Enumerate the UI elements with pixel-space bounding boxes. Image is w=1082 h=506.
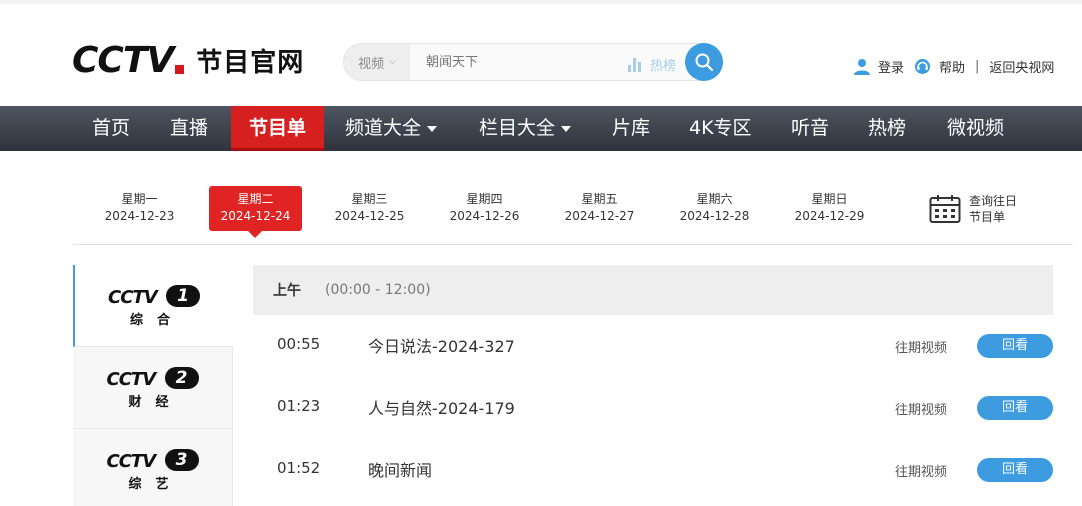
nav-item-micro-video[interactable]: 微视频 [947, 106, 1004, 151]
day-tab-sun[interactable]: 星期日 2024-12-29 [783, 186, 876, 231]
help-link[interactable]: 帮助 [939, 57, 965, 76]
user-icon [854, 58, 870, 75]
day-weekday: 星期一 [121, 192, 158, 206]
day-tab-tue[interactable]: 星期二 2024-12-24 [209, 186, 302, 231]
logo-text: CCTV [72, 39, 174, 81]
channel-name: 财经 [128, 394, 183, 410]
program-time: 00:55 [277, 335, 321, 353]
channel-name: 综艺 [128, 476, 183, 492]
search-category-label: 视频 [358, 56, 385, 72]
day-tab-fri[interactable]: 星期五 2024-12-27 [553, 186, 646, 231]
nav-item-live[interactable]: 直播 [170, 106, 208, 151]
nav-item-audio[interactable]: 听音 [791, 106, 829, 151]
channel-number: 2 [164, 366, 199, 389]
nav-item-channels[interactable]: 频道大全 [345, 106, 438, 151]
bar-chart-icon [628, 57, 643, 72]
channel-logo-text: CCTV [108, 286, 158, 308]
logo-subtitle: 节目官网 [196, 47, 305, 78]
channel-logo-text: CCTV [106, 450, 157, 472]
program-row: 01:23 人与自然-2024-179 往期视频 回看 [253, 377, 1053, 439]
period-range: (00:00 - 12:00) [325, 282, 431, 298]
day-weekday: 星期二 [237, 192, 274, 206]
day-weekday: 星期日 [811, 192, 848, 206]
program-row: 00:55 今日说法-2024-327 往期视频 回看 [253, 315, 1053, 377]
history-schedule-link[interactable]: 查询往日 节目单 [929, 193, 1017, 225]
day-weekday: 星期六 [696, 192, 733, 206]
caret-down-icon [427, 125, 438, 132]
nav-item-columns[interactable]: 栏目大全 [479, 106, 572, 151]
channel-logo-text: CCTV [106, 368, 157, 390]
channel-item-cctv3[interactable]: CCTV 3 综艺 [73, 429, 233, 506]
day-date: 2024-12-29 [794, 209, 865, 223]
caret-down-icon [561, 125, 572, 132]
program-title[interactable]: 晚间新闻 [368, 457, 432, 481]
nav-item-columns-label: 栏目大全 [479, 117, 556, 139]
main-nav: 首页 直播 节目单 频道大全 栏目大全 片库 4K专区 听音 热榜 微视频 [0, 106, 1082, 151]
channel-item-cctv1[interactable]: CCTV 1 综合 [73, 265, 233, 347]
search-category-select[interactable]: 视频 ⌵ [344, 44, 410, 80]
login-link[interactable]: 登录 [878, 57, 904, 76]
back-to-cctv-link[interactable]: 返回央视网 [989, 57, 1054, 76]
nav-item-schedule[interactable]: 节目单 [231, 106, 324, 151]
program-title[interactable]: 今日说法-2024-327 [368, 333, 515, 357]
day-tab-sat[interactable]: 星期六 2024-12-28 [668, 186, 761, 231]
search-button[interactable] [685, 43, 723, 81]
history-label-line2: 节目单 [969, 210, 1006, 224]
nav-item-home[interactable]: 首页 [92, 106, 130, 151]
cctv-logo[interactable]: CCTV 节目官网 [72, 39, 305, 81]
day-tab-mon[interactable]: 星期一 2024-12-23 [93, 186, 186, 231]
nav-item-hot[interactable]: 热榜 [868, 106, 906, 151]
cctv1-logo: CCTV 1 综合 [106, 284, 202, 328]
program-row: 01:52 晚间新闻 往期视频 回看 [253, 439, 1053, 501]
past-videos-link[interactable]: 往期视频 [895, 337, 947, 356]
site-header: CCTV 节目官网 视频 ⌵ 热榜 [0, 4, 1082, 106]
cctv2-logo: CCTV 2 财经 [105, 366, 201, 410]
replay-button[interactable]: 回看 [977, 396, 1053, 420]
search-input[interactable] [410, 44, 610, 80]
day-date: 2024-12-27 [564, 209, 635, 223]
program-time: 01:23 [277, 397, 321, 415]
day-date: 2024-12-24 [220, 209, 291, 223]
cctv3-logo: CCTV 3 综艺 [105, 448, 201, 492]
period-label: 上午 [273, 283, 301, 299]
hot-list-link[interactable]: 热榜 [628, 55, 676, 74]
active-day-pointer [248, 231, 262, 238]
day-tab-thu[interactable]: 星期四 2024-12-26 [438, 186, 531, 231]
channel-name: 综合 [130, 312, 185, 328]
channel-number: 3 [164, 448, 199, 471]
day-tab-wed[interactable]: 星期三 2024-12-25 [323, 186, 416, 231]
history-label-line1: 查询往日 [969, 194, 1018, 208]
search-bar: 视频 ⌵ 热榜 [343, 43, 723, 81]
logo-red-dot [175, 64, 185, 74]
user-links: 登录 帮助 | 返回央视网 [854, 56, 1054, 76]
past-videos-link[interactable]: 往期视频 [895, 399, 947, 418]
search-icon [695, 53, 714, 72]
past-videos-link[interactable]: 往期视频 [895, 461, 947, 480]
channel-number: 1 [166, 284, 200, 307]
chevron-down-icon: ⌵ [389, 57, 396, 67]
calendar-icon [929, 195, 961, 223]
nav-item-library[interactable]: 片库 [612, 106, 650, 151]
day-weekday: 星期三 [351, 192, 388, 206]
help-headset-icon [915, 58, 931, 74]
search-box: 视频 ⌵ 热榜 [343, 43, 703, 81]
divider [73, 244, 1073, 245]
day-date: 2024-12-26 [449, 209, 520, 223]
nav-item-channels-label: 频道大全 [345, 117, 422, 139]
hot-list-label: 热榜 [650, 59, 677, 74]
day-date: 2024-12-23 [104, 209, 175, 223]
day-weekday: 星期五 [581, 192, 618, 206]
channel-item-cctv2[interactable]: CCTV 2 财经 [73, 347, 233, 429]
period-header: 上午 (00:00 - 12:00) [253, 265, 1053, 315]
replay-button[interactable]: 回看 [977, 458, 1053, 482]
nav-item-4k[interactable]: 4K专区 [689, 106, 752, 151]
link-separator: | [975, 58, 980, 74]
program-title[interactable]: 人与自然-2024-179 [368, 395, 515, 419]
program-time: 01:52 [277, 459, 321, 477]
day-date: 2024-12-25 [334, 209, 405, 223]
history-label: 查询往日 节目单 [969, 193, 1017, 225]
day-weekday: 星期四 [466, 192, 503, 206]
day-date: 2024-12-28 [679, 209, 750, 223]
replay-button[interactable]: 回看 [977, 334, 1053, 358]
